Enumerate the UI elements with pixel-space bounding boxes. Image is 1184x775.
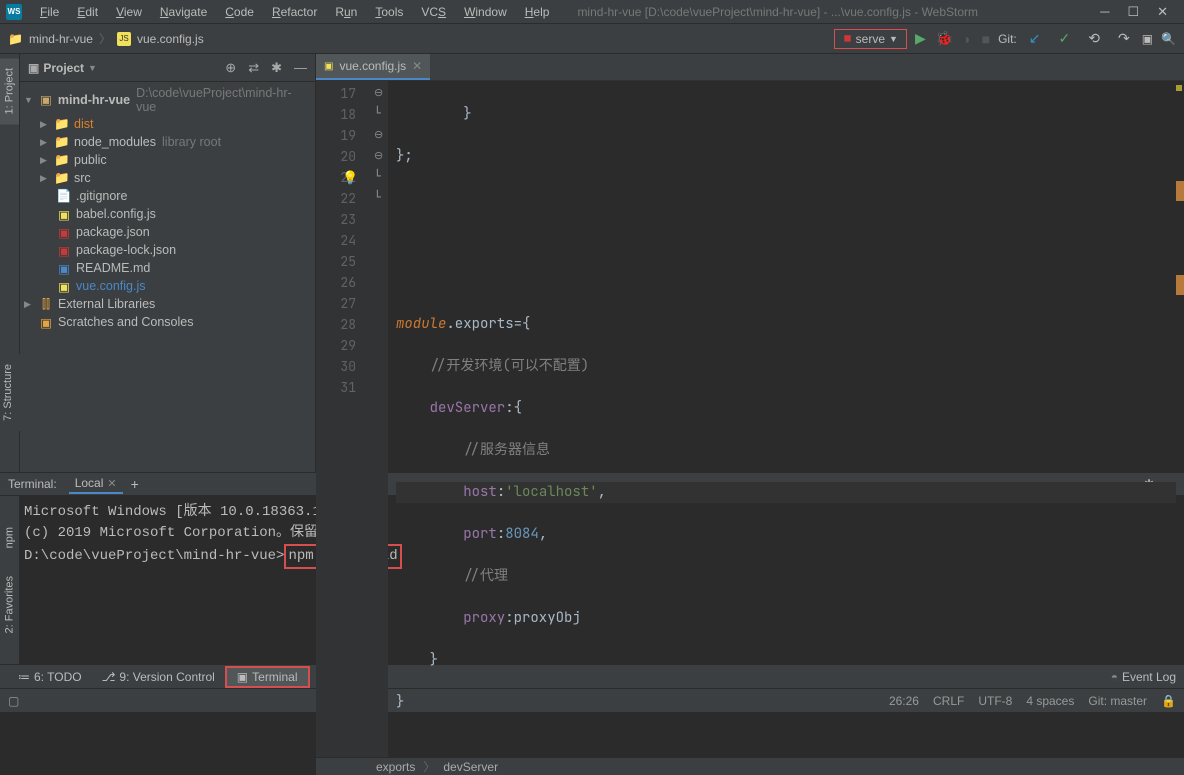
maximize-icon[interactable]: ☐ (1127, 4, 1139, 20)
select-target-icon[interactable]: ⊕ (225, 60, 236, 76)
tree-package-lock[interactable]: ▣ package-lock.json (20, 241, 315, 259)
tab-structure[interactable]: 7: Structure (0, 354, 16, 431)
menu-vcs[interactable]: VCS (413, 3, 454, 21)
main-area: 1: Project ▣ Project ▼ ⊕ ⇄ ✱ — ▼ ▣ mind-… (0, 54, 1184, 472)
git-commit-icon[interactable]: ✓ (1059, 30, 1071, 47)
tree-public[interactable]: ▶📁 public (20, 151, 315, 169)
scroll-markers (1174, 81, 1184, 757)
project-tree[interactable]: ▼ ▣ mind-hr-vue D:\code\vueProject\mind-… (20, 82, 315, 472)
menu-navigate[interactable]: Navigate (152, 3, 215, 21)
menu-file[interactable]: File (32, 3, 67, 21)
terminal-label: Terminal: (8, 477, 57, 491)
run-icon[interactable]: ▶ (915, 30, 926, 47)
breadcrumb-devserver[interactable]: devServer (443, 760, 498, 774)
status-indicator-icon[interactable]: ▢ (8, 694, 19, 708)
menu-bar: File Edit View Navigate Code Refactor Ru… (32, 3, 557, 21)
lightbulb-icon[interactable]: 💡 (342, 167, 358, 188)
nav-bar: 📁 mind-hr-vue 〉 JS vue.config.js ◼ serve… (0, 24, 1184, 54)
git-history-icon[interactable]: ⟲ (1088, 30, 1100, 47)
terminal-tab-local[interactable]: Local ✕ (69, 474, 123, 494)
settings-icon[interactable]: ✱ (271, 60, 282, 76)
menu-window[interactable]: Window (456, 3, 515, 21)
git-update-icon[interactable]: ↙ (1029, 30, 1041, 47)
tab-favorites[interactable]: 2: Favorites (0, 562, 19, 647)
tree-package-json[interactable]: ▣ package.json (20, 223, 315, 241)
menu-help[interactable]: Help (517, 3, 558, 21)
fold-gutter[interactable]: ⊖└ ⊖⊖💡 └└ (374, 81, 388, 757)
stop-icon[interactable]: ■ (982, 31, 990, 47)
editor-tab-vue-config[interactable]: ▣ vue.config.js ✕ (316, 54, 430, 80)
breadcrumb-project[interactable]: mind-hr-vue (29, 32, 93, 46)
todo-button[interactable]: ≔6: TODO (8, 668, 92, 686)
tree-dist[interactable]: ▶📁 dist (20, 115, 315, 133)
add-terminal-tab[interactable]: + (131, 476, 139, 492)
menu-edit[interactable]: Edit (69, 3, 106, 21)
tree-src[interactable]: ▶📁 src (20, 169, 315, 187)
expand-all-icon[interactable]: ⇄ (248, 60, 259, 76)
project-header: ▣ Project ▼ ⊕ ⇄ ✱ — (20, 54, 315, 82)
search-icon[interactable]: 🔍 (1161, 32, 1176, 46)
menu-view[interactable]: View (108, 3, 150, 21)
terminal-button[interactable]: ▣Terminal (225, 666, 310, 688)
menu-tools[interactable]: Tools (367, 3, 411, 21)
tree-babel-config[interactable]: ▣ babel.config.js (20, 205, 315, 223)
tree-scratches[interactable]: ▣ Scratches and Consoles (20, 313, 315, 331)
tree-vue-config[interactable]: ▣ vue.config.js (20, 277, 315, 295)
breadcrumb-file[interactable]: vue.config.js (137, 32, 204, 46)
tree-external-libs[interactable]: ▶⫿⫿ External Libraries (20, 295, 315, 313)
editor-tabs: ▣ vue.config.js ✕ (316, 54, 1184, 81)
git-label: Git: (998, 32, 1017, 46)
code-area[interactable]: } }; module.exports={ //开发环境(可以不配置) devS… (388, 81, 1184, 757)
run-config-select[interactable]: ◼ serve ▼ (834, 29, 907, 49)
tab-project[interactable]: 1: Project (0, 58, 19, 124)
close-terminal-tab-icon[interactable]: ✕ (107, 477, 116, 490)
close-tab-icon[interactable]: ✕ (412, 59, 422, 73)
breadcrumb: 📁 mind-hr-vue 〉 JS vue.config.js (8, 30, 204, 47)
window-title: mind-hr-vue [D:\code\vueProject\mind-hr-… (577, 5, 978, 19)
tree-gitignore[interactable]: 📄 .gitignore (20, 187, 315, 205)
editor-content[interactable]: 1718192021 2223242526 2728293031 ⊖└ ⊖⊖💡 … (316, 81, 1184, 757)
ide-settings-icon[interactable]: ▣ (1142, 32, 1153, 46)
folder-icon: 📁 (8, 32, 23, 46)
minimize-icon[interactable]: ─ (1100, 4, 1109, 20)
tree-root[interactable]: ▼ ▣ mind-hr-vue D:\code\vueProject\mind-… (20, 84, 315, 115)
tree-node-modules[interactable]: ▶📁 node_modules library root (20, 133, 315, 151)
debug-icon[interactable]: 🐞 (936, 30, 953, 47)
editor-breadcrumb: exports 〉 devServer (316, 757, 1184, 775)
menu-refactor[interactable]: Refactor (264, 3, 325, 21)
menu-run[interactable]: Run (327, 3, 365, 21)
coverage-icon[interactable]: ◗ (963, 31, 971, 47)
git-revert-icon[interactable]: ↷ (1118, 30, 1130, 47)
project-panel-label[interactable]: ▣ Project ▼ (28, 61, 97, 75)
tab-npm[interactable]: npm (0, 513, 19, 562)
tree-readme[interactable]: ▣ README.md (20, 259, 315, 277)
project-panel: ▣ Project ▼ ⊕ ⇄ ✱ — ▼ ▣ mind-hr-vue D:\c… (20, 54, 316, 472)
hide-icon[interactable]: — (294, 60, 307, 76)
close-icon[interactable]: ✕ (1157, 4, 1168, 20)
js-icon: JS (117, 32, 131, 46)
npm-icon: ◼ (843, 33, 851, 44)
breadcrumb-exports[interactable]: exports (376, 760, 415, 774)
menu-code[interactable]: Code (217, 3, 262, 21)
title-bar: WS File Edit View Navigate Code Refactor… (0, 0, 1184, 24)
editor-area: ▣ vue.config.js ✕ 1718192021 2223242526 … (316, 54, 1184, 472)
app-logo: WS (6, 4, 22, 20)
version-control-button[interactable]: ⎇9: Version Control (92, 668, 225, 686)
